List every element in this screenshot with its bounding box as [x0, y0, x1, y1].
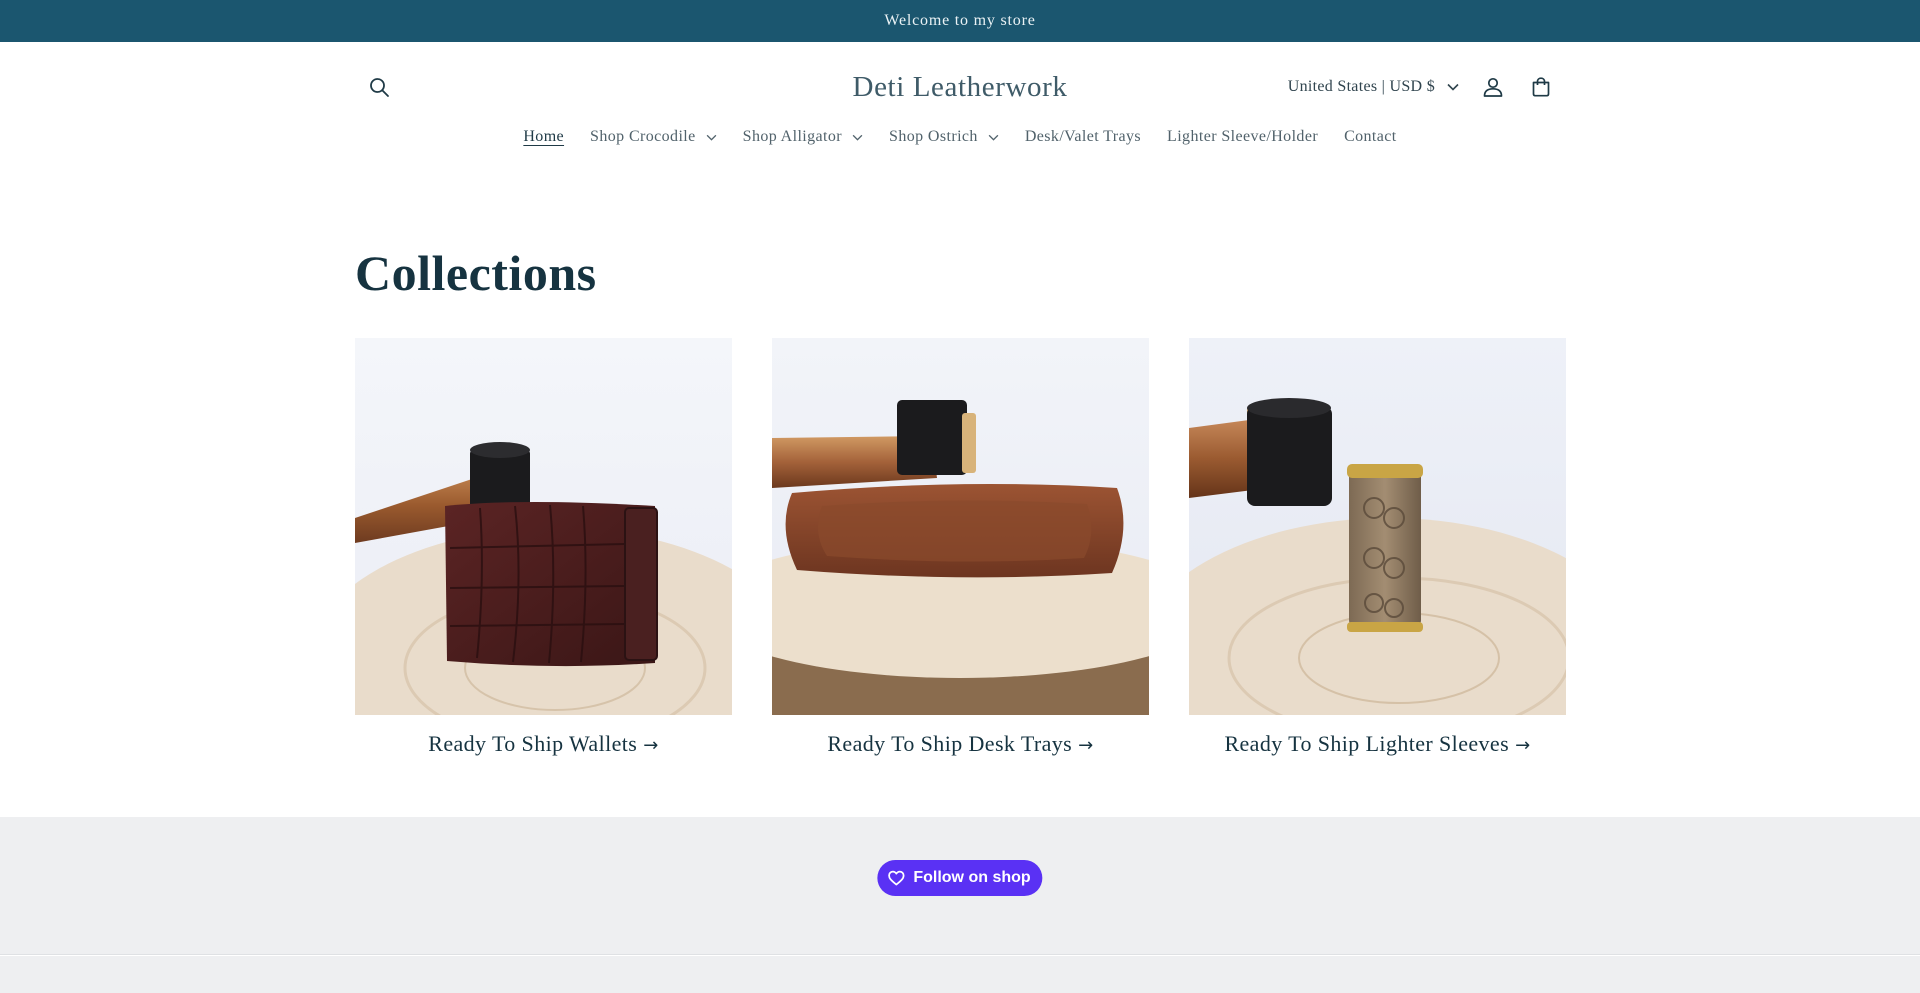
chevron-down-icon [1447, 83, 1459, 91]
nav-item-label: Shop Crocodile [590, 128, 696, 145]
collection-grid: Ready To Ship Wallets → Ready To Ship De… [355, 338, 1566, 757]
collection-card-title-text: Ready To Ship Lighter Sleeves [1224, 731, 1510, 756]
main-navigation: Home Shop Crocodile Shop Alligator Shop Ost… [0, 124, 1920, 150]
cart-button[interactable] [1517, 63, 1565, 111]
nav-item-lighter-sleeve-holder[interactable]: Lighter Sleeve/Holder [1154, 124, 1331, 150]
nav-item-label: Contact [1344, 128, 1397, 145]
collections-title: Collections [355, 245, 597, 301]
desk-tray-product-image [772, 338, 1149, 715]
search-button[interactable] [355, 63, 403, 111]
collection-card-lighter-sleeves[interactable]: Ready To Ship Lighter Sleeves → [1189, 338, 1566, 757]
arrow-right-icon: → [643, 735, 659, 756]
nav-item-label: Lighter Sleeve/Holder [1167, 128, 1319, 145]
collection-card-title-text: Ready To Ship Desk Trays [827, 731, 1073, 756]
country-currency-label: United States | USD $ [1287, 78, 1435, 95]
nav-item-label: Shop Alligator [742, 128, 843, 145]
collection-card-title[interactable]: Ready To Ship Lighter Sleeves → [1189, 731, 1566, 757]
wallet-product-image [355, 338, 732, 715]
store-logo[interactable]: Deti Leatherwork [853, 62, 1068, 112]
header-actions: United States | USD $ [1288, 63, 1565, 111]
nav-item-label: Shop Ostrich [889, 128, 978, 145]
nav-item-contact[interactable]: Contact [1331, 124, 1410, 150]
nav-item-shop-crocodile[interactable]: Shop Crocodile [577, 124, 730, 150]
collection-card-title-text: Ready To Ship Wallets [428, 731, 638, 756]
site-header: United States | USD $ Deti Leatherwork [0, 42, 1920, 170]
chevron-down-icon [988, 134, 999, 141]
user-icon [1483, 77, 1503, 97]
nav-item-home[interactable]: Home [510, 124, 577, 150]
collection-card-desk-trays[interactable]: Ready To Ship Desk Trays → [772, 338, 1149, 757]
shopping-bag-icon [1532, 77, 1550, 97]
account-button[interactable] [1469, 63, 1517, 111]
country-currency-selector[interactable]: United States | USD $ [1288, 78, 1459, 96]
nav-item-label: Desk/Valet Trays [1024, 128, 1142, 145]
nav-item-shop-ostrich[interactable]: Shop Ostrich [876, 124, 1012, 150]
arrow-right-icon: → [1078, 735, 1094, 756]
follow-on-shop-label: Follow on shop [913, 869, 1031, 886]
follow-on-shop-section: Follow on shop [0, 817, 1920, 955]
nav-item-label: Home [523, 128, 565, 145]
collection-card-title[interactable]: Ready To Ship Desk Trays → [772, 731, 1149, 757]
follow-on-shop-button[interactable]: Follow on shop [877, 860, 1043, 896]
chevron-down-icon [852, 134, 863, 141]
announcement-text: Welcome to my store [884, 12, 1036, 29]
chevron-down-icon [706, 134, 717, 141]
lighter-sleeve-product-image [1189, 338, 1566, 715]
footer-strip [0, 956, 1920, 993]
heart-icon [888, 870, 905, 886]
announcement-bar: Welcome to my store [0, 0, 1920, 42]
collections-section: Collections Ready To Ship Wallets → Read… [355, 244, 1566, 756]
search-icon [370, 78, 389, 97]
nav-item-desk-valet-trays[interactable]: Desk/Valet Trays [1012, 124, 1154, 150]
collection-card-wallets[interactable]: Ready To Ship Wallets → [355, 338, 732, 757]
nav-item-shop-alligator[interactable]: Shop Alligator [730, 124, 876, 150]
arrow-right-icon: → [1515, 735, 1531, 756]
collection-card-title[interactable]: Ready To Ship Wallets → [355, 731, 732, 757]
